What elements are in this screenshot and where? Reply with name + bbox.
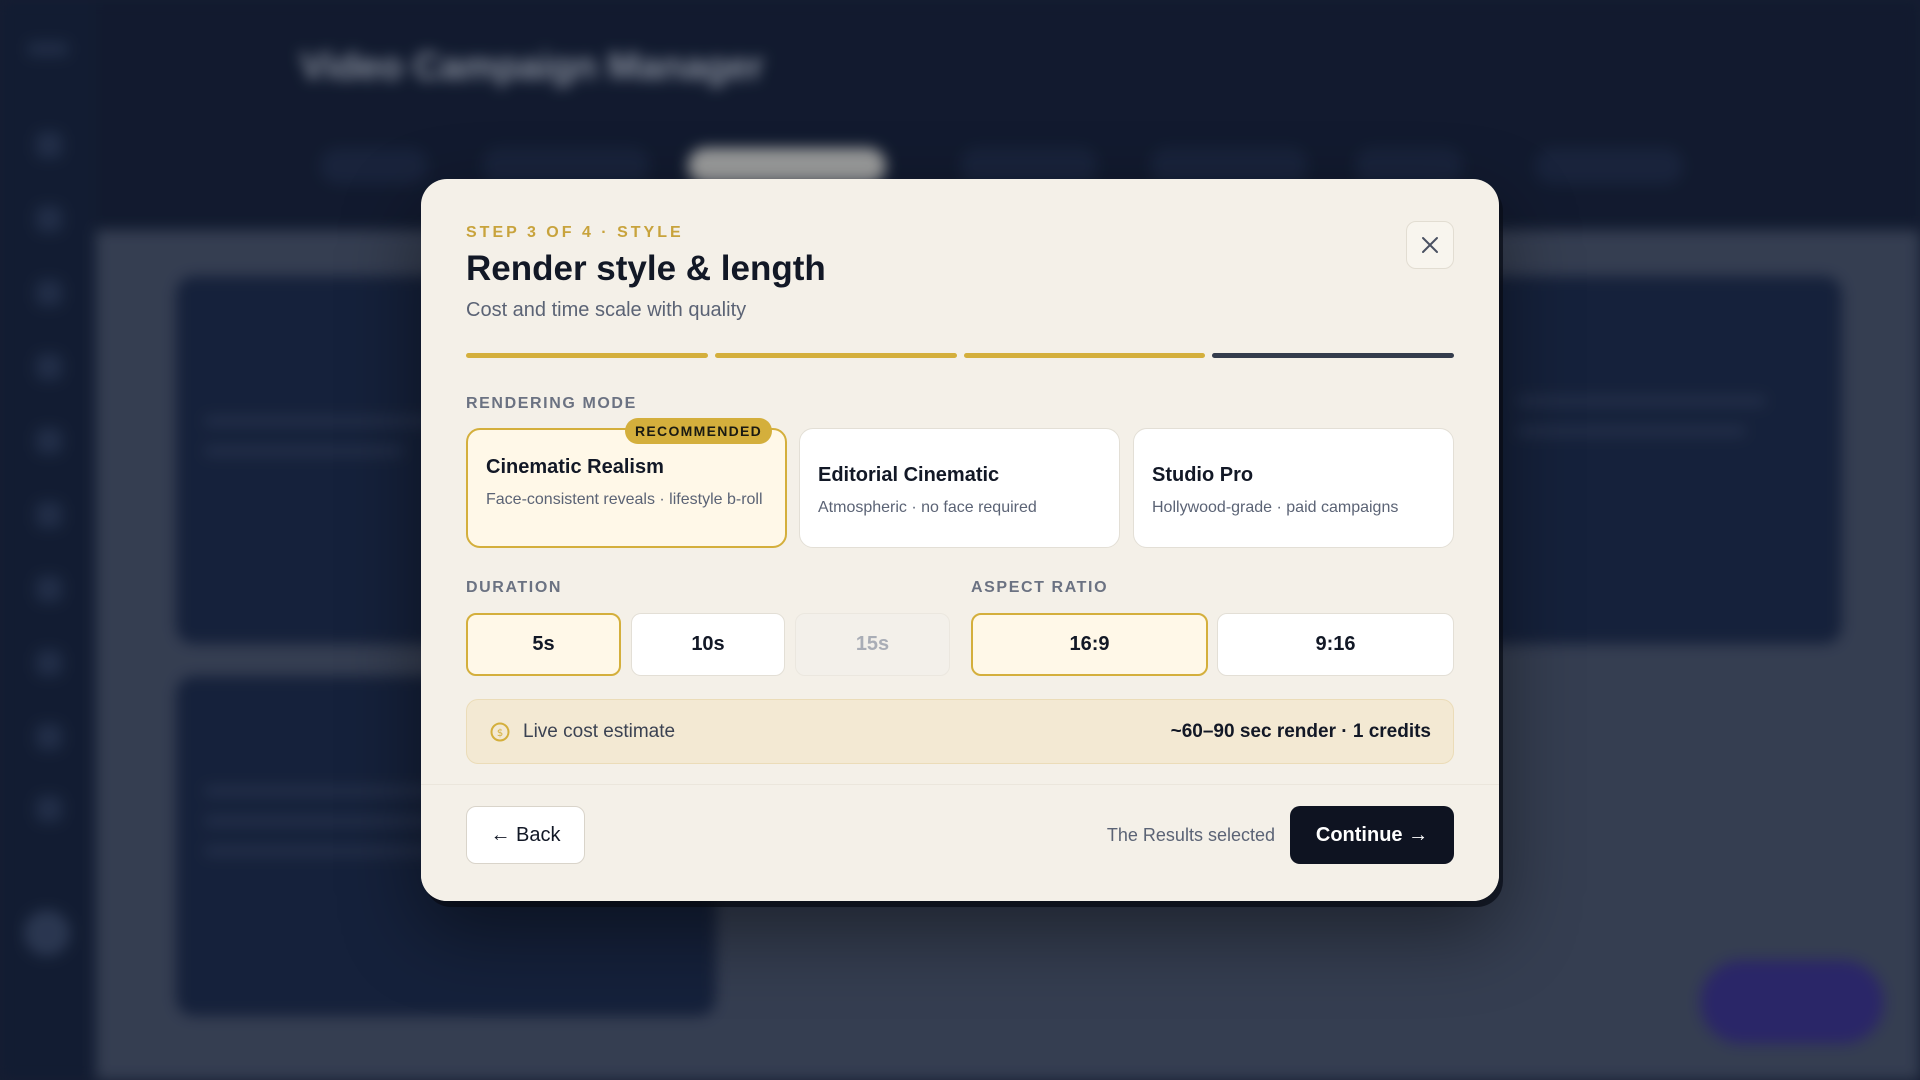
progress-segment (466, 353, 708, 358)
selection-status: The Results selected (1106, 825, 1275, 845)
recommended-badge: RECOMMENDED (625, 418, 773, 444)
close-button[interactable] (1406, 221, 1454, 269)
progress-segment (714, 353, 957, 358)
svg-text:$: $ (497, 728, 503, 739)
progress-segment-current (1212, 353, 1454, 358)
duration-option-5s[interactable]: 5s (466, 613, 621, 676)
step-progress-bar (466, 353, 1454, 358)
mode-option-title: Editorial Cinematic (818, 464, 1000, 486)
mode-option-title: Cinematic Realism (486, 456, 664, 478)
mode-option-description: Hollywood-grade · paid campaigns (1152, 499, 1399, 516)
mode-option-description: Face-consistent reveals · lifestyle b-ro… (486, 491, 763, 508)
render-style-dialog: STEP 3 OF 4 · STYLE Render style & lengt… (421, 179, 1499, 901)
progress-segment (963, 353, 1206, 358)
step-indicator: STEP 3 OF 4 · STYLE (466, 224, 684, 241)
back-button[interactable]: ← Back (466, 806, 585, 864)
mode-option-cinematic-realism[interactable]: RECOMMENDED Cinematic Realism Face-consi… (466, 418, 787, 548)
cost-estimate-label: Live cost estimate (523, 720, 676, 742)
aspect-ratio-option-9-16[interactable]: 9:16 (1217, 613, 1454, 676)
coin-icon: $ (490, 722, 510, 741)
mode-option-title: Studio Pro (1152, 464, 1254, 486)
duration-option-15s: 15s (795, 613, 950, 676)
rendering-mode-label: RENDERING MODE (466, 395, 637, 412)
continue-button[interactable]: Continue → (1290, 806, 1454, 864)
duration-label: DURATION (466, 579, 563, 596)
cost-estimate-panel: $ Live cost estimate ~60–90 sec render ·… (466, 699, 1454, 764)
dialog-subtitle: Cost and time scale with quality (466, 299, 747, 321)
duration-option-10s[interactable]: 10s (631, 613, 785, 676)
dialog-footer: ← Back The Results selected Continue → (421, 784, 1499, 901)
mode-option-editorial-cinematic[interactable]: Editorial Cinematic Atmospheric · no fac… (799, 428, 1120, 548)
mode-option-description: Atmospheric · no face required (818, 499, 1037, 516)
close-icon (1422, 237, 1438, 253)
aspect-ratio-option-16-9[interactable]: 16:9 (971, 613, 1208, 676)
mode-option-studio-pro[interactable]: Studio Pro Hollywood-grade · paid campai… (1133, 428, 1454, 548)
aspect-ratio-label: ASPECT RATIO (971, 579, 1109, 596)
dialog-title: Render style & length (466, 249, 826, 288)
cost-estimate-value: ~60–90 sec render · 1 credits (1170, 720, 1431, 742)
